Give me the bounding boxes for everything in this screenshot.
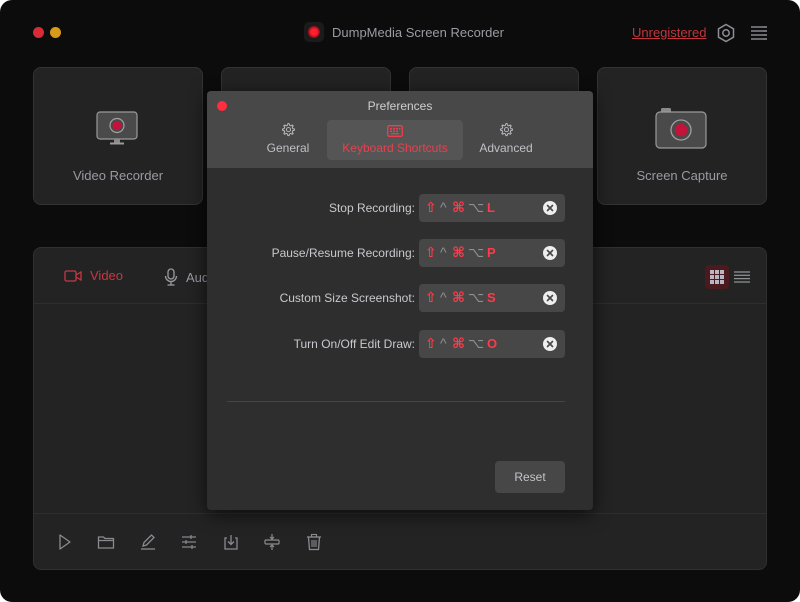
window-minimize-button[interactable]	[50, 27, 61, 38]
play-icon[interactable]	[56, 533, 74, 551]
shortcut-field[interactable]: ⇧ ^ ⌘ ⌥ P	[419, 239, 565, 267]
app-logo-icon	[304, 22, 324, 42]
option-modifier: ⌥	[468, 244, 485, 260]
dialog-header: Preferences General Keyboard Shortcuts A…	[207, 91, 593, 168]
shift-modifier: ⇧	[425, 289, 437, 305]
tab-video[interactable]: Video	[64, 268, 123, 283]
video-camera-icon	[64, 269, 82, 282]
shortcut-field[interactable]: ⇧ ^ ⌘ ⌥ L	[419, 194, 565, 222]
tab-keyboard-shortcuts-label: Keyboard Shortcuts	[342, 141, 448, 155]
app-title-text: DumpMedia Screen Recorder	[332, 24, 504, 40]
menu-icon[interactable]	[749, 23, 769, 43]
shift-modifier: ⇧	[425, 335, 437, 351]
shift-modifier: ⇧	[425, 244, 437, 260]
settings-icon[interactable]	[716, 23, 736, 43]
close-icon	[546, 294, 554, 302]
camera-record-icon	[655, 108, 707, 149]
command-modifier: ⌘	[452, 289, 465, 305]
screen-capture-card[interactable]: Screen Capture	[597, 67, 767, 205]
grid-icon	[710, 270, 724, 284]
control-modifier: ^	[440, 199, 447, 215]
control-modifier: ^	[440, 335, 447, 351]
tab-general[interactable]: General	[257, 120, 319, 160]
media-toolbar	[34, 513, 766, 569]
merge-icon[interactable]	[263, 533, 281, 551]
unregistered-link[interactable]: Unregistered	[632, 25, 706, 40]
adjust-icon[interactable]	[180, 533, 198, 551]
shortcut-key: O	[487, 336, 498, 351]
video-recorder-card[interactable]: Video Recorder	[33, 67, 203, 205]
close-icon	[546, 340, 554, 348]
option-modifier: ⌥	[468, 289, 485, 305]
clear-shortcut-button[interactable]	[543, 291, 557, 305]
shortcut-row: Custom Size Screenshot: ⇧ ^ ⌘ ⌥ S	[207, 284, 593, 312]
tab-advanced-label: Advanced	[479, 141, 533, 155]
option-modifier: ⌥	[468, 199, 485, 215]
dialog-title: Preferences	[367, 99, 433, 113]
divider	[227, 401, 565, 402]
command-modifier: ⌘	[452, 335, 465, 351]
shortcut-row: Pause/Resume Recording: ⇧ ^ ⌘ ⌥ P	[207, 239, 593, 267]
folder-icon[interactable]	[97, 533, 115, 551]
tab-general-label: General	[266, 141, 310, 155]
edit-icon[interactable]	[139, 533, 157, 551]
shortcut-row: Stop Recording: ⇧ ^ ⌘ ⌥ L	[207, 194, 593, 222]
grid-view-button[interactable]	[705, 265, 729, 289]
control-modifier: ^	[440, 289, 447, 305]
tab-advanced[interactable]: Advanced	[471, 120, 541, 160]
shortcut-label: Turn On/Off Edit Draw:	[293, 337, 415, 351]
tab-keyboard-shortcuts[interactable]: Keyboard Shortcuts	[327, 120, 463, 160]
card-label: Screen Capture	[636, 168, 728, 183]
shortcut-key: L	[487, 200, 495, 215]
shortcut-label: Stop Recording:	[328, 201, 415, 215]
keyboard-icon	[387, 125, 403, 137]
clear-shortcut-button[interactable]	[543, 246, 557, 260]
control-modifier: ^	[440, 244, 447, 260]
microphone-icon	[164, 268, 178, 286]
trash-icon[interactable]	[305, 533, 323, 551]
shortcut-key: S	[487, 290, 496, 305]
option-modifier: ⌥	[468, 335, 485, 351]
list-view-button[interactable]	[730, 265, 754, 289]
command-modifier: ⌘	[452, 244, 465, 260]
shortcut-label: Pause/Resume Recording:	[271, 246, 415, 260]
gear-icon	[499, 123, 513, 137]
monitor-record-icon	[96, 111, 138, 145]
shift-modifier: ⇧	[425, 199, 437, 215]
window-close-button[interactable]	[33, 27, 44, 38]
app-title: DumpMedia Screen Recorder	[304, 22, 504, 42]
close-icon	[546, 249, 554, 257]
close-icon	[546, 204, 554, 212]
preferences-dialog: Preferences General Keyboard Shortcuts A…	[207, 91, 593, 510]
shortcut-field[interactable]: ⇧ ^ ⌘ ⌥ O	[419, 330, 565, 358]
gear-icon	[281, 123, 295, 137]
shortcut-key: P	[487, 245, 496, 260]
clear-shortcut-button[interactable]	[543, 337, 557, 351]
shortcut-field[interactable]: ⇧ ^ ⌘ ⌥ S	[419, 284, 565, 312]
card-label: Video Recorder	[72, 168, 164, 183]
app-window: DumpMedia Screen Recorder Unregistered V…	[0, 0, 800, 602]
export-icon[interactable]	[222, 533, 240, 551]
shortcut-label: Custom Size Screenshot:	[279, 291, 415, 305]
command-modifier: ⌘	[452, 199, 465, 215]
clear-shortcut-button[interactable]	[543, 201, 557, 215]
tab-video-label: Video	[90, 268, 124, 283]
shortcut-row: Turn On/Off Edit Draw: ⇧ ^ ⌘ ⌥ O	[207, 330, 593, 358]
list-icon	[734, 271, 750, 283]
reset-button[interactable]: Reset	[495, 461, 565, 493]
